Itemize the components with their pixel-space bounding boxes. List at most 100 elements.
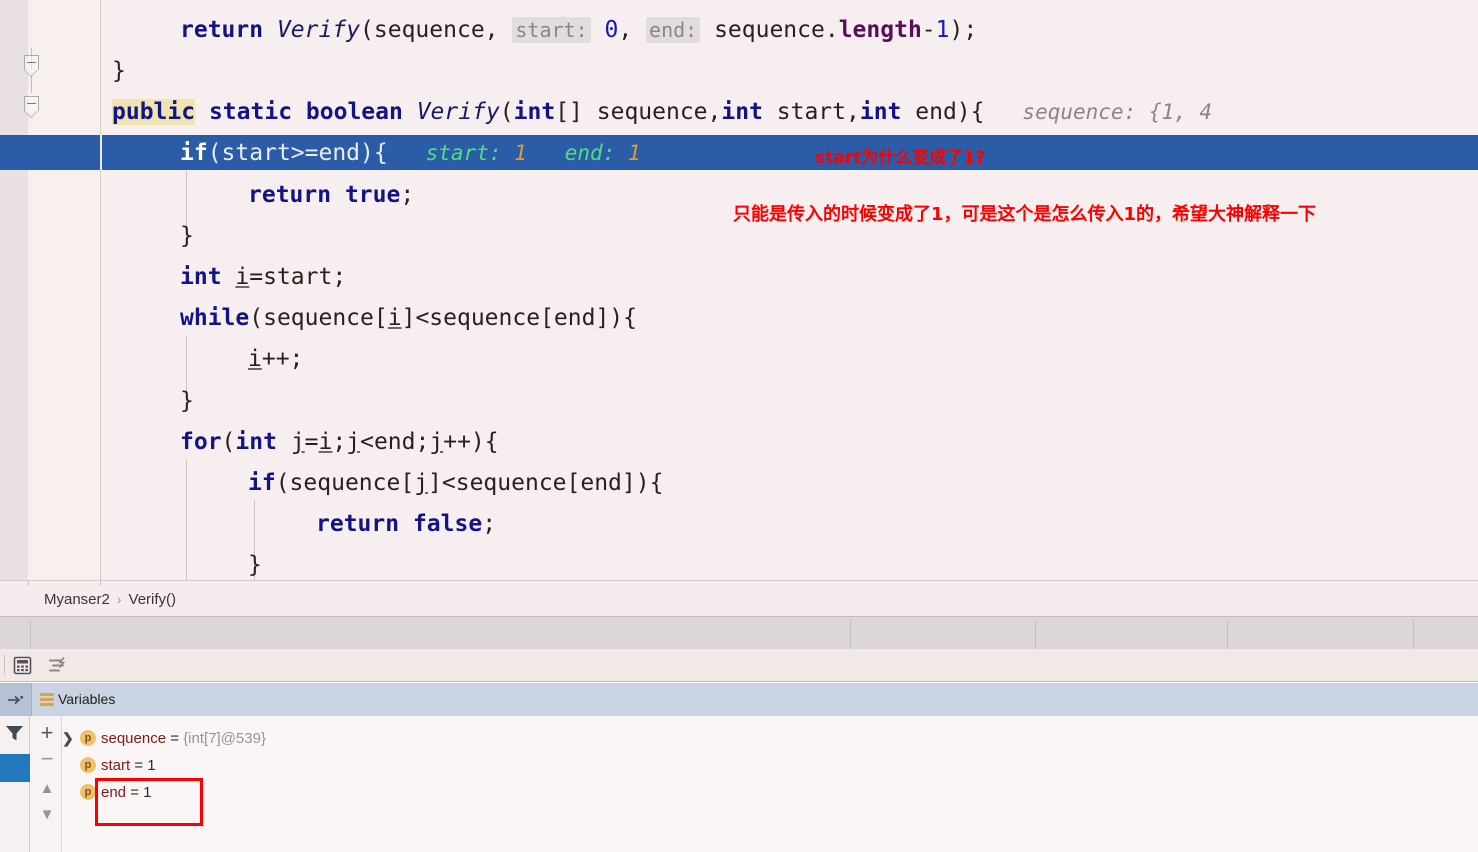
variables-hide-button[interactable] bbox=[0, 683, 32, 716]
line-for: for(int j=i;j<end;j++){ bbox=[180, 422, 499, 463]
line-method-signature: public static boolean Verify(int[] seque… bbox=[112, 92, 1212, 133]
toolbar-separator bbox=[4, 655, 5, 675]
variable-name: start bbox=[101, 757, 131, 774]
variables-body[interactable]: + − ▲ ▼ ❯ p sequence = {int[7]@539} p start … bbox=[0, 716, 1478, 852]
var-row-start[interactable]: p start = 1 bbox=[62, 752, 156, 779]
code-token: int bbox=[180, 264, 222, 290]
code-token: ++){ bbox=[443, 429, 499, 455]
code-token: [] sequence, bbox=[555, 99, 722, 125]
variable-equals: = bbox=[166, 730, 184, 747]
code-token: return bbox=[248, 182, 332, 208]
code-token: false bbox=[412, 511, 483, 537]
line-int-i-start: int i=start; bbox=[180, 257, 346, 298]
line-inner-if: if(sequence[j]<sequence[end]){ bbox=[248, 463, 663, 504]
code-token: = bbox=[304, 429, 319, 455]
tab-divider-2 bbox=[850, 620, 851, 650]
code-token: sequence. bbox=[700, 17, 839, 43]
code-token: } bbox=[180, 388, 194, 414]
code-token: ); bbox=[949, 17, 978, 43]
move-up-button[interactable]: ▲ bbox=[36, 778, 58, 800]
fold-marker-tip-1 bbox=[24, 70, 39, 77]
breadcrumb-item-myanser2[interactable]: Myanser2 bbox=[44, 591, 110, 608]
code-token: i bbox=[235, 264, 250, 290]
remove-watch-button[interactable]: − bbox=[36, 748, 58, 770]
code-token: j bbox=[414, 470, 429, 496]
code-token: i bbox=[318, 429, 333, 455]
code-token: i bbox=[248, 346, 262, 372]
variables-tool-column[interactable]: + − ▲ ▼ bbox=[31, 716, 62, 852]
code-token: int bbox=[513, 99, 556, 125]
code-token: start: bbox=[512, 17, 591, 43]
line-while: while(sequence[i]<sequence[end]){ bbox=[180, 298, 637, 339]
tool-window-tab-strip[interactable] bbox=[0, 616, 1478, 650]
code-token: ; bbox=[400, 182, 415, 208]
code-token: int bbox=[721, 99, 763, 125]
code-token: boolean bbox=[305, 99, 403, 125]
variables-menu-icon[interactable] bbox=[40, 693, 54, 706]
code-token: ; bbox=[482, 511, 497, 537]
move-down-button[interactable]: ▼ bbox=[36, 804, 58, 826]
code-token: end){ bbox=[901, 99, 985, 125]
variable-value: 1 bbox=[147, 757, 156, 774]
code-token: if bbox=[248, 470, 276, 496]
parameter-variable-icon: p bbox=[80, 757, 96, 774]
breadcrumb-bar: Myanser2 › Verify() bbox=[0, 580, 1478, 616]
variables-side-rail[interactable] bbox=[0, 716, 30, 852]
code-token: ]<sequence[end]){ bbox=[401, 305, 637, 331]
code-token: while bbox=[180, 305, 250, 331]
parameter-variable-icon: p bbox=[80, 784, 96, 801]
code-token: , bbox=[618, 17, 647, 43]
var-row-sequence[interactable]: ❯ p sequence = {int[7]@539} bbox=[62, 725, 266, 752]
line-return-verify: return Verify(sequence, start: 0, end: s… bbox=[180, 10, 977, 51]
line-i-increment: i++; bbox=[248, 339, 303, 380]
variables-red-highlight-box bbox=[95, 778, 203, 826]
fold-marker-tip-2 bbox=[24, 111, 39, 118]
variable-value: {int[7]@539} bbox=[183, 730, 266, 747]
code-token: static bbox=[208, 99, 293, 125]
code-token: =start; bbox=[249, 264, 347, 290]
line-return-true: return true; bbox=[248, 175, 414, 216]
code-token: (sequence, bbox=[360, 17, 513, 43]
evaluate-expression-icon[interactable] bbox=[12, 655, 33, 676]
code-token: ( bbox=[221, 429, 236, 455]
code-editor[interactable]: return Verify (sequence, start: 0, end: s… bbox=[0, 0, 1478, 580]
code-token: sequence: {1, 4 bbox=[984, 100, 1213, 124]
filter-icon[interactable] bbox=[5, 725, 24, 747]
code-token: return bbox=[180, 17, 264, 43]
tab-divider-5 bbox=[1413, 620, 1414, 650]
settings-list-icon[interactable] bbox=[46, 655, 67, 676]
code-token: } bbox=[180, 223, 194, 249]
variables-side-selected-block[interactable] bbox=[0, 754, 30, 782]
add-watch-button[interactable]: + bbox=[36, 722, 58, 744]
breadcrumb-separator-icon: › bbox=[116, 591, 122, 607]
tab-divider-1 bbox=[30, 620, 31, 650]
debugger-toolbar[interactable] bbox=[0, 649, 1478, 682]
code-token: end: bbox=[526, 141, 616, 165]
code-token: int bbox=[859, 99, 902, 125]
code-token: } bbox=[248, 552, 262, 578]
code-token: Verify bbox=[416, 99, 500, 125]
code-token: 1 bbox=[935, 17, 950, 43]
tab-divider-4 bbox=[1227, 620, 1228, 650]
code-token: 1 bbox=[615, 141, 641, 165]
tab-divider-3 bbox=[1035, 620, 1036, 650]
code-token: - bbox=[921, 17, 936, 43]
code-token: 0 bbox=[604, 17, 619, 43]
expand-arrow-icon[interactable]: ❯ bbox=[62, 725, 80, 752]
variables-panel-header[interactable]: Variables bbox=[0, 683, 1478, 716]
code-token: start, bbox=[762, 99, 860, 125]
breadcrumb-item-verify[interactable]: Verify() bbox=[129, 591, 177, 608]
breadcrumb[interactable]: Myanser2 › Verify() bbox=[44, 581, 176, 617]
variables-panel[interactable]: Variables + − ▲ ▼ ❯ p sequence = {int[7]@5… bbox=[0, 683, 1478, 852]
code-text-layer: return Verify (sequence, start: 0, end: s… bbox=[0, 0, 1478, 580]
annotation-inline-question: start为什么变成了1? bbox=[815, 148, 985, 168]
line-return-false: return false; bbox=[316, 504, 496, 545]
code-token: (start>=end){ bbox=[207, 140, 388, 166]
